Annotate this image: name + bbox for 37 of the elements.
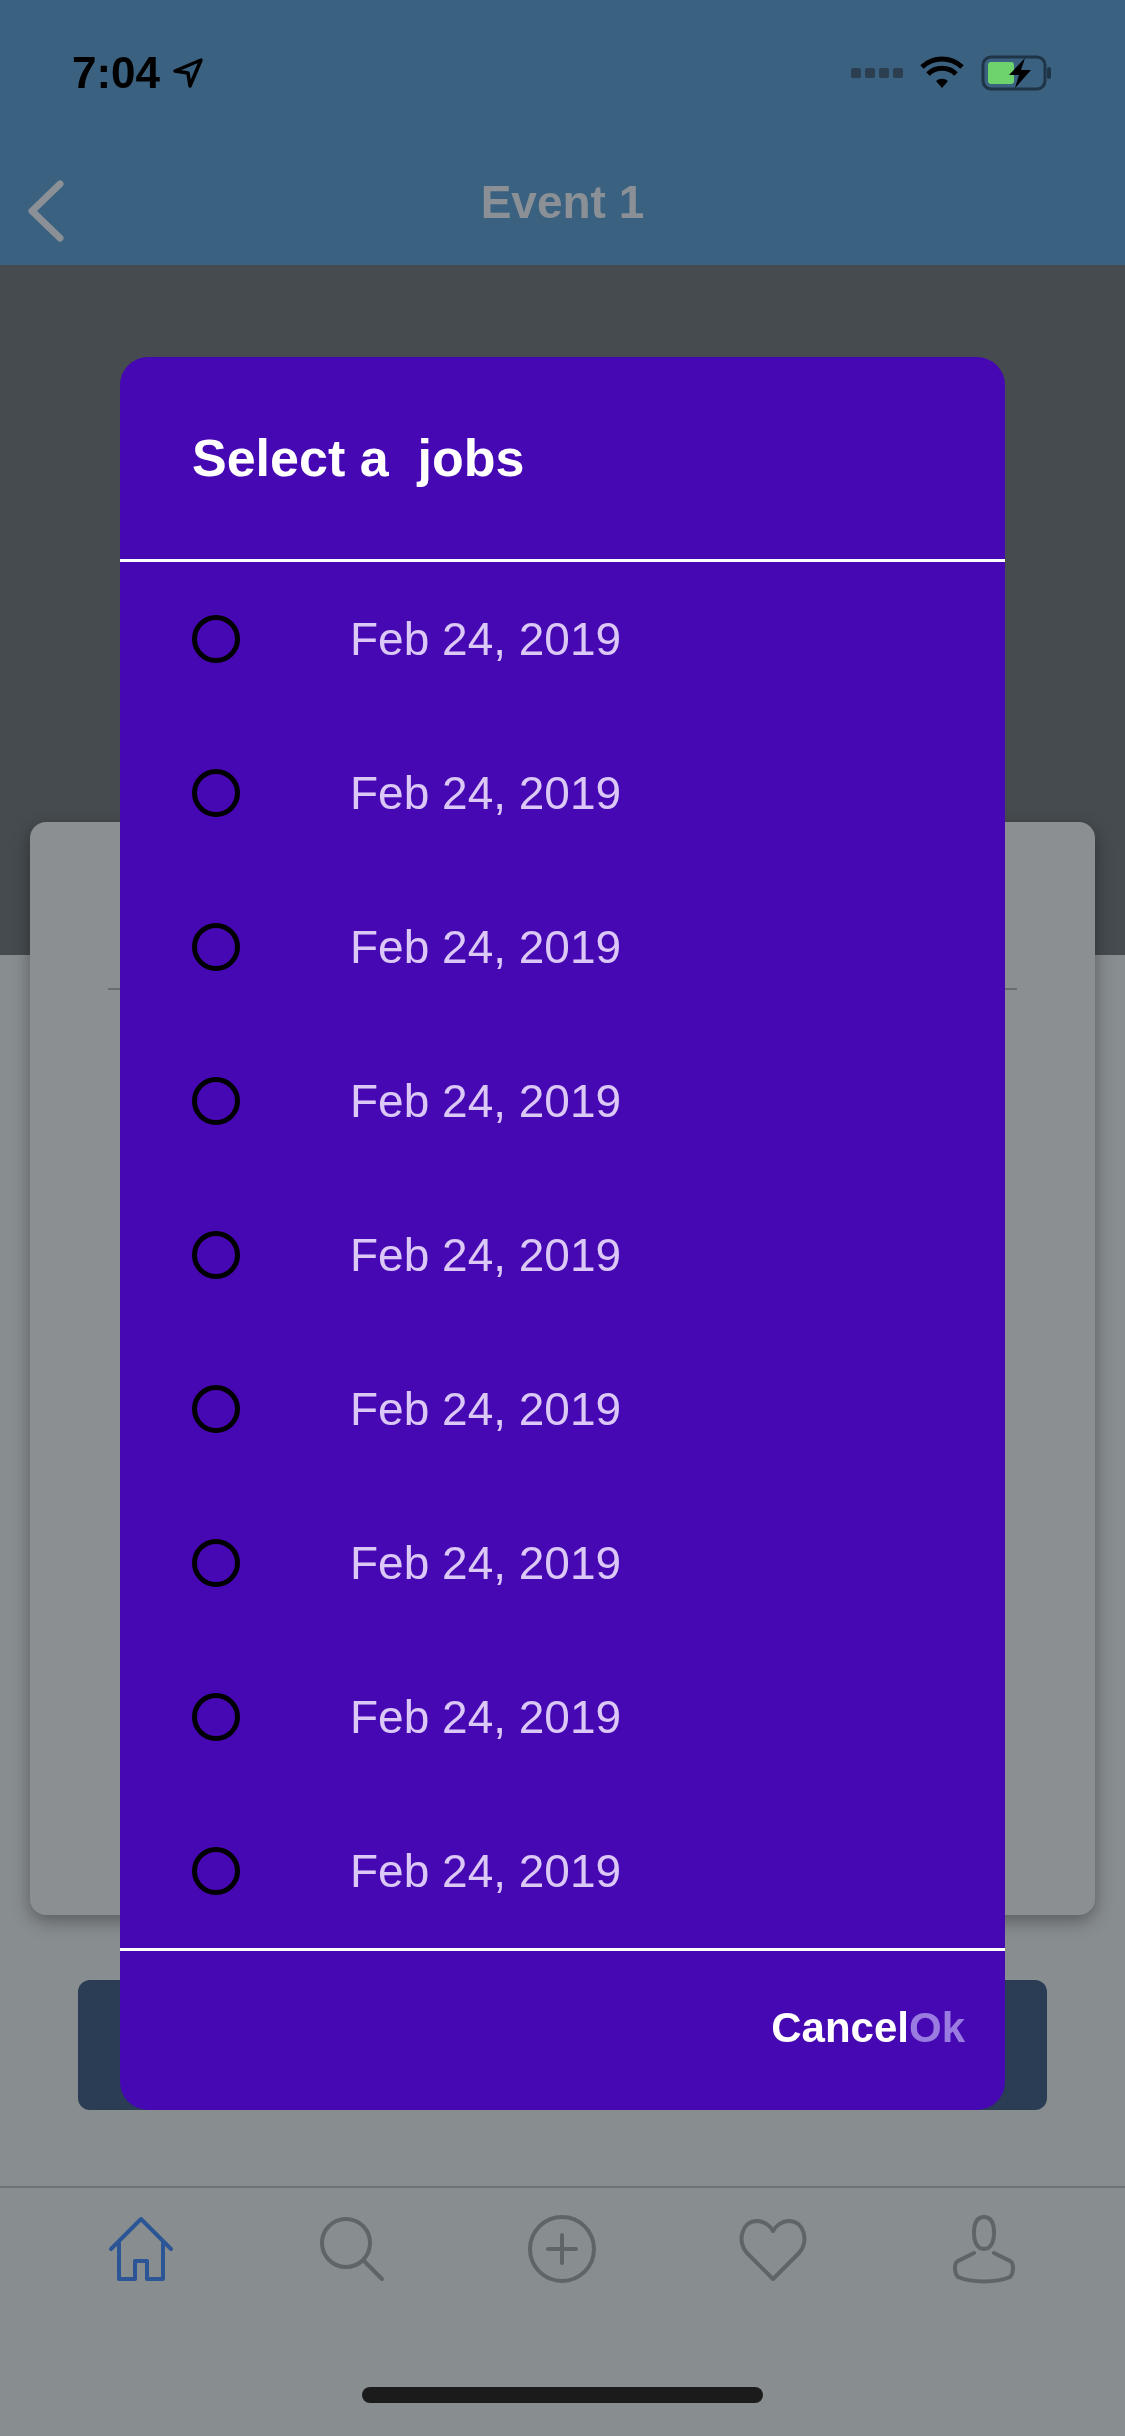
wifi-icon [919, 56, 965, 90]
radio-button[interactable] [192, 769, 240, 817]
option-row[interactable]: Feb 24, 2019 [120, 1332, 1005, 1486]
option-row[interactable]: Feb 24, 2019 [120, 1794, 1005, 1948]
dialog-button[interactable]: Cancel [771, 1996, 909, 2059]
radio-button[interactable] [192, 615, 240, 663]
option-label: Feb 24, 2019 [350, 1073, 622, 1129]
option-label: Feb 24, 2019 [350, 1689, 622, 1745]
dialog-title: Select a jobs [192, 428, 525, 489]
radio-button[interactable] [192, 1693, 240, 1741]
add-icon[interactable] [526, 2213, 599, 2285]
option-row[interactable]: Feb 24, 2019 [120, 1024, 1005, 1178]
option-row[interactable]: Feb 24, 2019 [120, 1640, 1005, 1794]
option-label: Feb 24, 2019 [350, 1227, 622, 1283]
option-label: Feb 24, 2019 [350, 1381, 622, 1437]
option-label: Feb 24, 2019 [350, 1535, 622, 1591]
screen-title: Event 1 [480, 175, 645, 230]
option-label: Feb 24, 2019 [350, 611, 622, 667]
radio-button[interactable] [192, 1231, 240, 1279]
location-arrow-icon [172, 57, 205, 89]
status-time: 7:04 [72, 47, 161, 99]
option-row[interactable]: Feb 24, 2019 [120, 1486, 1005, 1640]
radio-button[interactable] [192, 1385, 240, 1433]
radio-button[interactable] [192, 1077, 240, 1125]
option-row[interactable]: Feb 24, 2019 [120, 716, 1005, 870]
option-label: Feb 24, 2019 [350, 919, 622, 975]
option-row[interactable]: Feb 24, 2019 [120, 870, 1005, 1024]
option-row[interactable]: Feb 24, 2019 [120, 562, 1005, 716]
option-label: Feb 24, 2019 [350, 1843, 622, 1899]
radio-button[interactable] [192, 923, 240, 971]
radio-button[interactable] [192, 1847, 240, 1895]
back-icon[interactable] [26, 180, 66, 242]
option-label: Feb 24, 2019 [350, 765, 622, 821]
signal-icon [851, 67, 903, 79]
option-row[interactable]: Feb 24, 2019 [120, 1178, 1005, 1332]
radio-button[interactable] [192, 1539, 240, 1587]
battery-icon [981, 55, 1053, 91]
